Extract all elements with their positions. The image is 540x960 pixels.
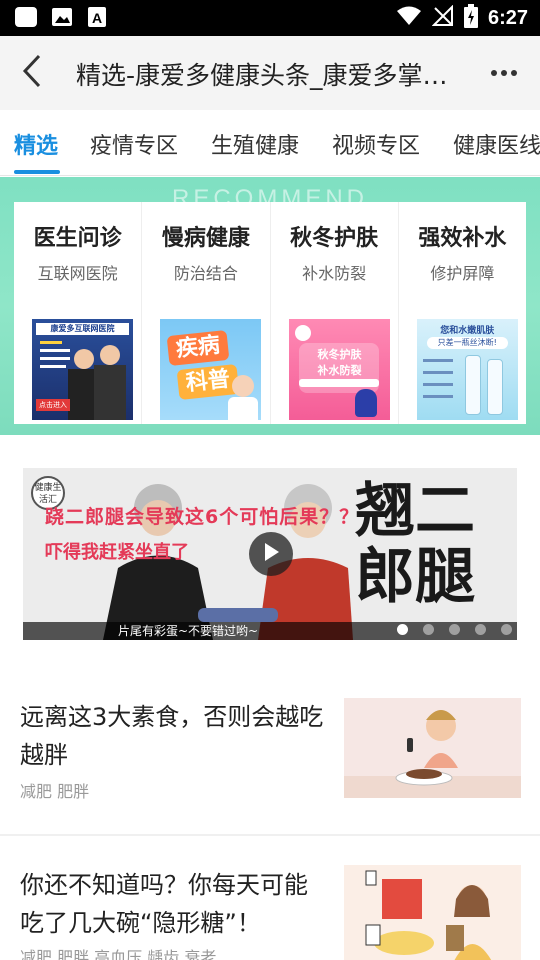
back-button[interactable]	[10, 50, 54, 96]
banner-big-text-value: 翘二郎腿	[355, 476, 475, 612]
article-thumbnail	[344, 698, 521, 798]
carousel-dot[interactable]	[501, 624, 512, 635]
wifi-icon	[396, 5, 422, 31]
thumb-line-1: 秋冬护肤	[317, 348, 362, 361]
tab-health-line[interactable]: 健康医线	[453, 128, 540, 160]
tab-video[interactable]: 视频专区	[332, 128, 420, 160]
no-signal-icon	[431, 4, 454, 31]
banner-big-text: 翘二郎腿	[355, 478, 485, 610]
article-title: 远离这3大素食，否则会越吃越胖	[20, 703, 324, 769]
recommend-item-hydration[interactable]: 强效补水 修护屏障 您和水嫩肌肤 只差一瓶丝沐断!	[399, 202, 526, 424]
image-icon	[50, 6, 74, 28]
recommend-item-title: 慢病健康	[161, 226, 250, 251]
category-tabs: 精选 疫情专区 生殖健康 视频专区 健康医线	[0, 110, 540, 176]
carousel-dot[interactable]	[423, 624, 434, 635]
recommend-section: RECOMMEND 医生问诊 互联网医院 康爱多互联网医院 点击进入 慢病健康 …	[0, 177, 540, 435]
carousel-dot[interactable]	[397, 624, 408, 635]
article-item[interactable]: 你还不知道吗？你每天可能吃了几大碗“隐形糖”！ 减肥 肥胖 高血压 龋齿 衰老	[0, 836, 540, 960]
chevron-left-icon	[21, 54, 43, 92]
carousel-dots	[397, 624, 512, 635]
tab-epidemic[interactable]: 疫情专区	[90, 128, 178, 160]
recommend-thumbnail: 康爱多互联网医院 点击进入	[32, 319, 133, 420]
carousel-dot[interactable]	[449, 624, 460, 635]
recommend-card: 医生问诊 互联网医院 康爱多互联网医院 点击进入 慢病健康 防治结合 疾病 科普	[14, 202, 526, 424]
recommend-item-doctor-consult[interactable]: 医生问诊 互联网医院 康爱多互联网医院 点击进入	[14, 202, 143, 424]
thumb-label: 康爱多互联网医院	[36, 323, 129, 335]
more-options-button[interactable]	[486, 60, 522, 86]
article-item[interactable]: 远离这3大素食，否则会越吃越胖 减肥 肥胖	[0, 680, 540, 834]
article-tags: 减肥 肥胖 高血压 龋齿 衰老	[20, 948, 217, 960]
play-button[interactable]	[249, 532, 293, 576]
status-time: 6:27	[487, 6, 528, 29]
status-bar: A 6:27	[0, 0, 540, 36]
article-thumbnail	[344, 865, 521, 960]
recommend-item-subtitle: 修护屏障	[430, 264, 495, 283]
recommend-item-title: 医生问诊	[33, 226, 122, 251]
font-a-icon: A	[86, 6, 110, 28]
thumb-line-1: 您和水嫩肌肤	[440, 326, 495, 336]
app-square-icon	[14, 6, 38, 28]
banner-subline: 吓得我赶紧坐直了	[45, 542, 189, 563]
thumb-cta: 点击进入	[36, 399, 70, 411]
recommend-item-title: 秋冬护肤	[290, 226, 379, 251]
app-bar: 精选-康爱多健康头条_康爱多掌…	[0, 36, 540, 110]
article-tags: 减肥 肥胖	[20, 782, 90, 801]
play-icon	[262, 542, 280, 566]
tab-featured[interactable]: 精选	[14, 128, 58, 160]
recommend-item-subtitle: 补水防裂	[302, 264, 367, 283]
article-title: 你还不知道吗？你每天可能吃了几大碗“隐形糖”！	[20, 871, 308, 937]
battery-charging-icon	[463, 4, 478, 32]
recommend-item-subtitle: 防治结合	[173, 264, 238, 283]
svg-text:A: A	[92, 10, 102, 26]
active-tab-indicator	[14, 170, 60, 174]
recommend-item-chronic-health[interactable]: 慢病健康 防治结合 疾病 科普	[142, 202, 271, 424]
carousel-dot[interactable]	[475, 624, 486, 635]
recommend-thumbnail: 秋冬护肤 补水防裂	[288, 319, 390, 420]
banner-caption: 片尾有彩蛋~不要错过哟~	[117, 624, 259, 638]
more-dots-icon	[491, 70, 497, 76]
recommend-item-title: 强效补水	[418, 226, 507, 251]
tab-reproductive-health[interactable]: 生殖健康	[211, 128, 299, 160]
thumb-word-1: 疾病	[166, 329, 230, 367]
thumb-word-2: 科普	[176, 363, 240, 401]
recommend-thumbnail: 您和水嫩肌肤 只差一瓶丝沐断!	[416, 319, 518, 420]
banner-headline: 跷二郎腿会导致这6个可怕后果？？	[45, 506, 360, 528]
thumb-line-2: 只差一瓶丝沐断!	[426, 337, 508, 349]
video-banner[interactable]: 健康生活汇 跷二郎腿会导致这6个可怕后果？？ 吓得我赶紧坐直了 翘二郎腿 片尾有…	[23, 468, 517, 640]
recommend-item-subtitle: 互联网医院	[37, 264, 118, 283]
recommend-item-autumn-skincare[interactable]: 秋冬护肤 补水防裂 秋冬护肤 补水防裂	[271, 202, 399, 424]
recommend-thumbnail: 疾病 科普	[160, 319, 262, 420]
page-title: 精选-康爱多健康头条_康爱多掌…	[76, 61, 448, 90]
thumb-line-2: 补水防裂	[317, 364, 362, 377]
